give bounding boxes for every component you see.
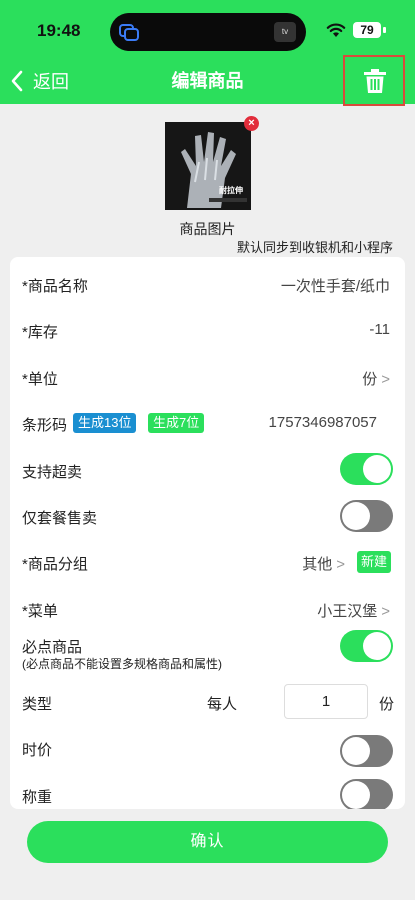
oversell-label: 支持超卖 [22,464,83,481]
confirm-button[interactable]: 确认 [27,821,388,863]
chevron-right-icon: > [336,556,345,573]
toggle-knob [363,632,391,660]
trash-icon [364,69,386,93]
chevron-right-icon: > [381,371,390,388]
group-select[interactable]: 其他 > [302,553,345,574]
product-photo[interactable]: 耐拉伸 [165,122,251,210]
toggle-knob [342,502,370,530]
app-header: 19:48 tv 79 返回 编辑商品 [0,0,415,106]
weighed-toggle[interactable] [340,779,393,809]
sync-note: 默认同步到收银机和小程序 [236,240,393,255]
required-toggle[interactable] [340,630,393,662]
toggle-knob [342,737,370,765]
unit-value: 份 [362,371,378,388]
product-form: *商品名称 一次性手套/纸巾 *库存 -11 *单位 份 > 条形码 生成13位 … [10,257,405,809]
group-label: *商品分组 [22,556,88,573]
battery-indicator: 79 [353,22,381,38]
menu-label: *菜单 [22,603,58,620]
combo-only-label: 仅套餐售卖 [22,510,98,527]
tv-app-icon: tv [274,22,296,42]
required-label: 必点商品 [22,639,83,656]
glove-image: 耐拉伸 [165,122,251,210]
barcode-label: 条形码 [22,417,68,434]
photo-caption: 耐拉伸 [219,185,243,195]
battery-nub [383,27,386,33]
weighed-label: 称重 [22,789,53,806]
type-unit-label: 份 [379,696,395,713]
remove-photo-button[interactable]: × [244,116,259,131]
delete-button[interactable] [343,55,405,106]
menu-value: 小王汉堡 [317,603,378,620]
name-input[interactable]: 一次性手套/纸巾 [281,275,390,296]
chevron-right-icon: > [381,603,390,620]
dynamic-island: tv [110,13,306,51]
required-note: (必点商品不能设置多规格商品和属性) [22,657,222,671]
unit-label: *单位 [22,371,58,388]
new-group-button[interactable]: 新建 [357,551,392,573]
barcode-input[interactable]: 1757346987057 [269,414,377,431]
menu-select[interactable]: 小王汉堡 > [317,600,390,621]
status-time: 19:48 [37,21,81,40]
per-person-label: 每人 [207,696,238,713]
oversell-toggle[interactable] [340,453,393,485]
quantity-input[interactable]: 1 [284,684,368,719]
group-value: 其他 [302,556,333,573]
toggle-knob [342,781,370,809]
photo-label: 商品图片 [179,221,236,237]
generate-7-button[interactable]: 生成7位 [148,413,205,433]
combo-only-toggle[interactable] [340,500,393,532]
stock-label: *库存 [22,324,58,341]
unit-select[interactable]: 份 > [362,368,390,389]
wifi-icon [326,23,346,37]
stock-input[interactable]: -11 [369,321,390,338]
toggle-knob [363,455,391,483]
generate-13-button[interactable]: 生成13位 [73,413,137,433]
market-price-label: 时价 [22,742,53,759]
market-price-toggle[interactable] [340,735,393,767]
screen-mirror-icon [119,24,139,41]
product-image: 耐拉伸 [165,122,251,210]
type-label: 类型 [22,696,53,713]
name-label: *商品名称 [22,278,88,295]
